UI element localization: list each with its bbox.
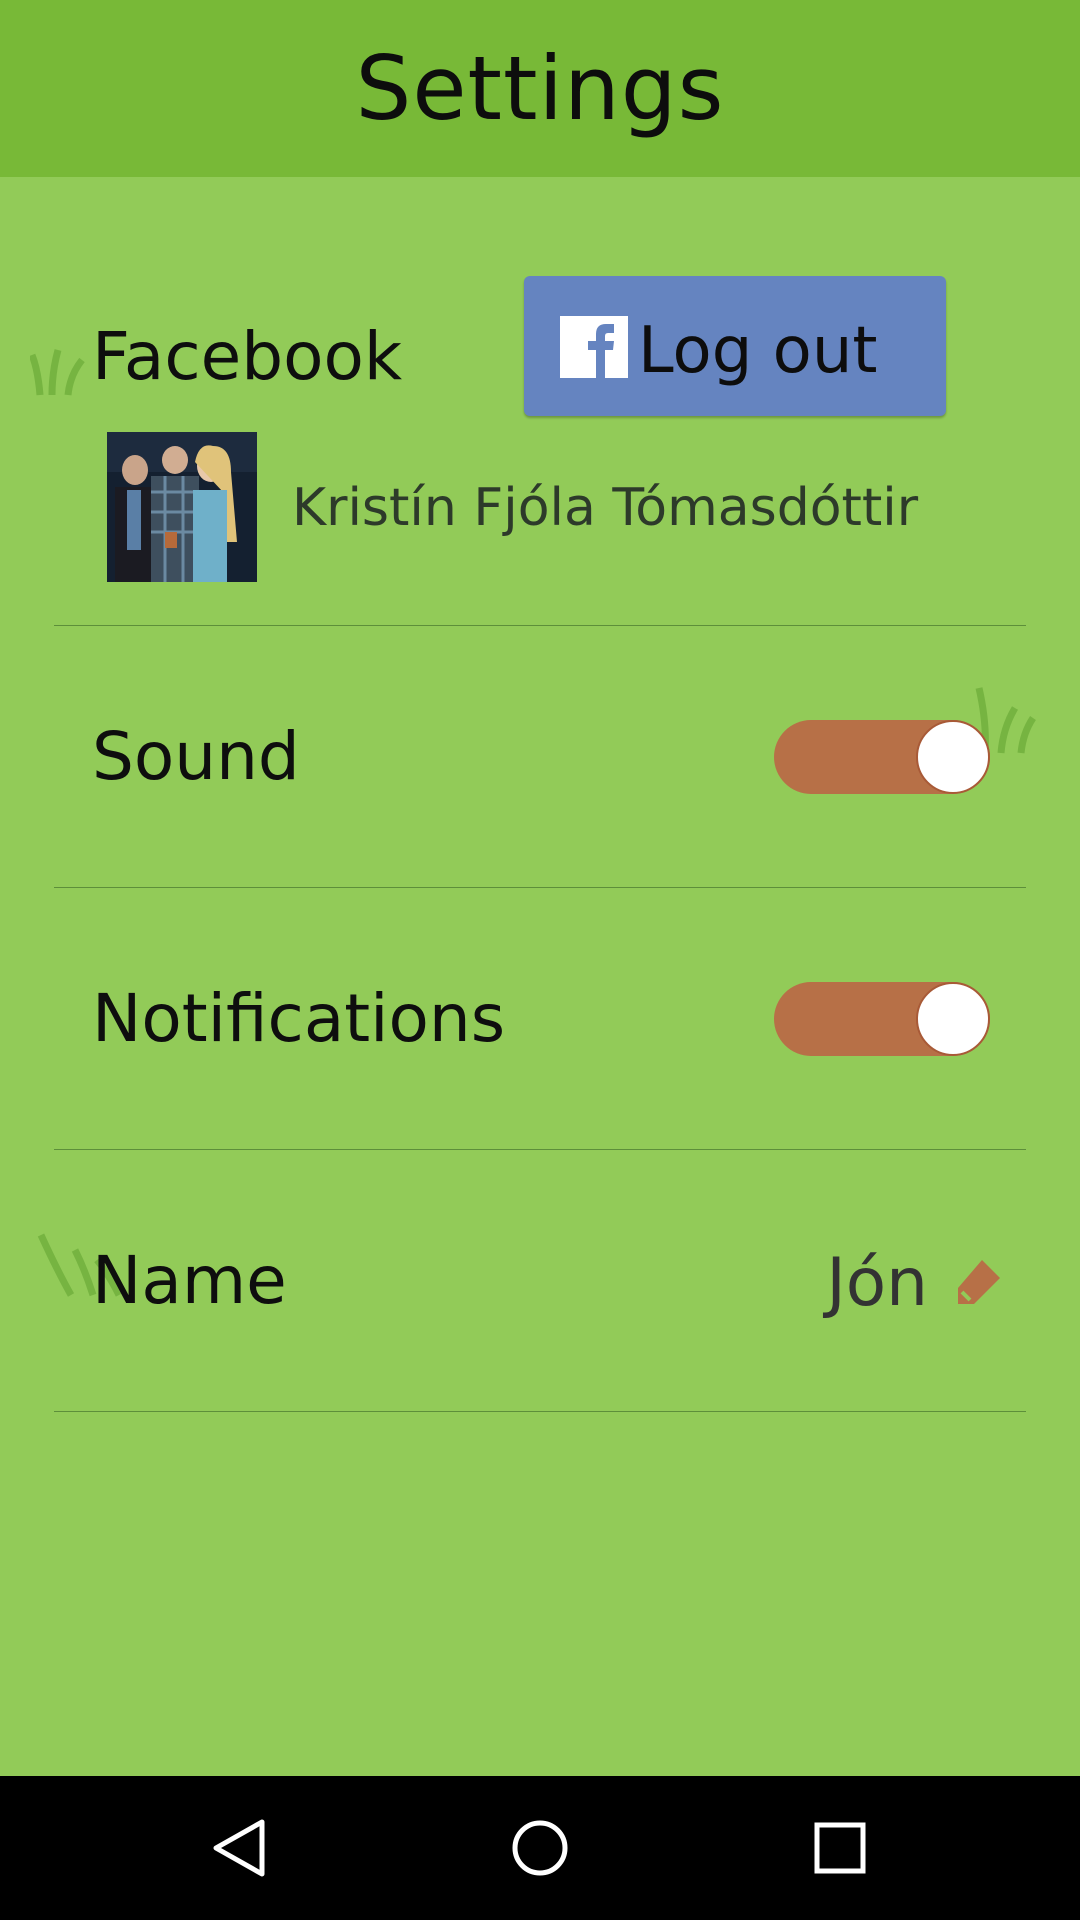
divider — [54, 1149, 1026, 1150]
divider — [54, 625, 1026, 626]
page-title: Settings — [355, 37, 725, 140]
home-icon[interactable] — [508, 1816, 572, 1880]
facebook-icon — [560, 316, 628, 378]
divider — [54, 887, 1026, 888]
pencil-icon[interactable] — [952, 1254, 1006, 1308]
divider — [54, 1411, 1026, 1412]
sound-label: Sound — [92, 718, 300, 795]
toggle-knob — [916, 982, 990, 1056]
notifications-label: Notifications — [92, 980, 506, 1057]
facebook-user-name: Kristín Fjóla Tómasdóttir — [292, 478, 919, 538]
logout-button-label: Log out — [638, 314, 878, 388]
name-value: Jón — [826, 1244, 928, 1321]
name-label: Name — [92, 1242, 287, 1319]
toggle-knob — [916, 720, 990, 794]
avatar — [107, 432, 257, 582]
facebook-logout-button[interactable]: Log out — [524, 276, 946, 416]
notifications-toggle[interactable] — [774, 982, 990, 1056]
app-bar: Settings — [0, 0, 1080, 177]
sound-toggle[interactable] — [774, 720, 990, 794]
facebook-label: Facebook — [92, 318, 403, 395]
back-icon[interactable] — [208, 1816, 272, 1880]
navigation-bar — [0, 1776, 1080, 1920]
recents-icon[interactable] — [808, 1816, 872, 1880]
